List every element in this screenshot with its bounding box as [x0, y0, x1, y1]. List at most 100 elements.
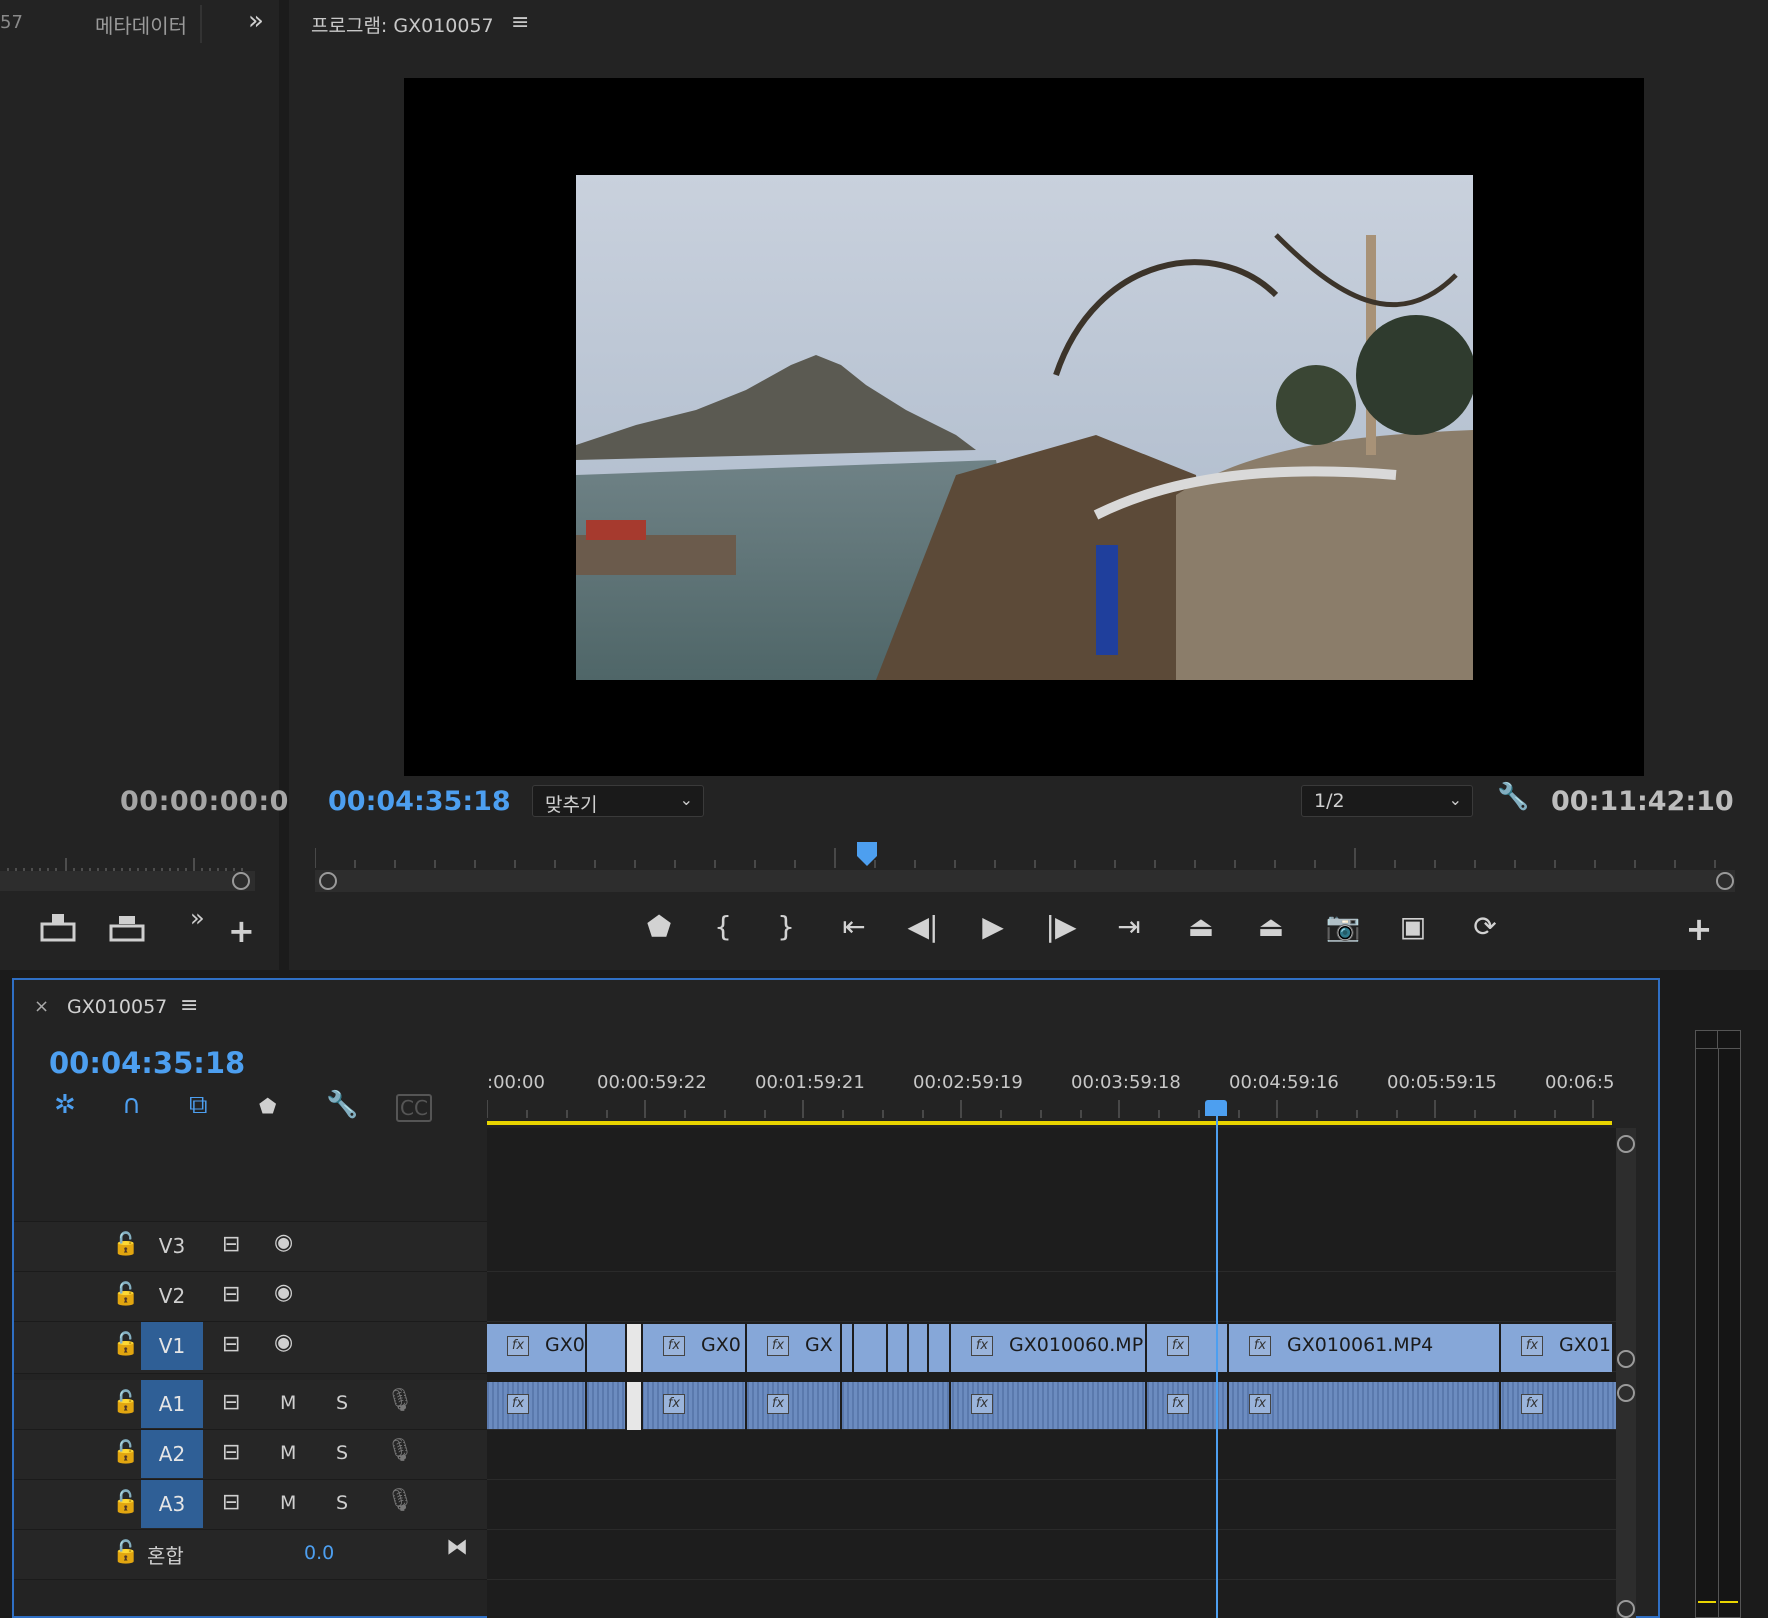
sync-lock-icon[interactable]: ⊟: [222, 1440, 240, 1465]
lock-icon[interactable]: 🔓: [112, 1332, 139, 1357]
track-row-v1[interactable]: fx GX0 fx GX0 fx GX fx GX010060.MP fx fx…: [487, 1324, 1625, 1372]
audio-clip[interactable]: [842, 1382, 951, 1430]
settings-wrench-icon[interactable]: 🔧: [1497, 782, 1529, 812]
track-label-v2[interactable]: V2: [141, 1272, 203, 1320]
track-row-v2[interactable]: [487, 1272, 1625, 1322]
video-preview[interactable]: [576, 175, 1473, 680]
audio-clip[interactable]: fx: [1501, 1382, 1612, 1430]
video-clip[interactable]: fx GX0: [487, 1324, 587, 1372]
track-row-a3[interactable]: [487, 1480, 1625, 1530]
source-tab-partial[interactable]: 57: [0, 12, 23, 33]
source-scroll-handle[interactable]: [232, 872, 250, 890]
playhead-handle[interactable]: [1205, 1100, 1227, 1116]
timeline-settings-icon[interactable]: 🔧: [326, 1090, 358, 1120]
audio-clip[interactable]: fx: [643, 1382, 747, 1430]
video-clip[interactable]: [929, 1324, 951, 1372]
audio-clip[interactable]: fx: [1229, 1382, 1501, 1430]
timeline-scrollbar[interactable]: [1616, 1128, 1636, 1618]
lock-icon[interactable]: 🔓: [112, 1490, 139, 1515]
scroll-handle[interactable]: [1617, 1135, 1635, 1153]
mute-button[interactable]: M: [280, 1492, 296, 1514]
video-clip[interactable]: fx GX0: [643, 1324, 747, 1372]
mark-in-icon[interactable]: {: [703, 910, 743, 943]
track-label-a3[interactable]: A3: [141, 1480, 203, 1528]
audio-clip-selected[interactable]: [627, 1382, 643, 1430]
source-overflow-icon[interactable]: »: [190, 904, 205, 932]
insert-icon[interactable]: [38, 912, 78, 944]
scroll-handle[interactable]: [1617, 1600, 1635, 1618]
play-icon[interactable]: ▶: [973, 910, 1013, 943]
video-clip[interactable]: fx GX01: [1501, 1324, 1612, 1372]
lift-icon[interactable]: ⏏: [1181, 910, 1221, 943]
sync-lock-icon[interactable]: ⊟: [222, 1490, 240, 1515]
program-menu-icon[interactable]: ≡: [511, 10, 529, 35]
program-scroll-handle-right[interactable]: [1716, 872, 1734, 890]
microphone-icon[interactable]: 🎙: [386, 1388, 414, 1413]
nest-toggle-icon[interactable]: ✲: [54, 1090, 76, 1120]
track-label-a1[interactable]: A1: [141, 1380, 203, 1428]
audio-clip[interactable]: fx: [951, 1382, 1147, 1430]
lock-icon[interactable]: 🔓: [112, 1540, 139, 1565]
microphone-icon[interactable]: 🎙: [386, 1488, 414, 1513]
track-label-v1[interactable]: V1: [141, 1322, 203, 1370]
sync-lock-icon[interactable]: ⊟: [222, 1390, 240, 1415]
video-clip[interactable]: [587, 1324, 627, 1372]
panel-overflow-icon[interactable]: »: [248, 6, 264, 36]
comparison-view-icon[interactable]: ▣: [1393, 910, 1433, 943]
video-clip[interactable]: [909, 1324, 929, 1372]
source-timecode[interactable]: 00:00:00:0: [120, 786, 289, 817]
video-clip[interactable]: [854, 1324, 888, 1372]
overwrite-icon[interactable]: [107, 912, 147, 944]
timeline-ruler[interactable]: [487, 1096, 1625, 1126]
captions-icon[interactable]: CC: [396, 1094, 432, 1122]
proxy-toggle-icon[interactable]: ⟳: [1465, 910, 1505, 943]
source-scroll-bar[interactable]: [0, 871, 255, 891]
mix-volume-value[interactable]: 0.0: [304, 1542, 334, 1564]
playback-resolution-select[interactable]: 1/2 ⌄: [1301, 785, 1473, 817]
program-title[interactable]: 프로그램: GX010057: [311, 11, 494, 38]
audio-clip[interactable]: fx: [487, 1382, 587, 1430]
sequence-tab-title[interactable]: GX010057: [67, 996, 167, 1018]
scroll-handle[interactable]: [1617, 1350, 1635, 1368]
sync-lock-icon[interactable]: ⊟: [222, 1282, 240, 1307]
track-row-v3[interactable]: [487, 1222, 1625, 1272]
timeline-menu-icon[interactable]: ≡: [180, 993, 198, 1018]
track-label-a2[interactable]: A2: [141, 1430, 203, 1478]
mute-button[interactable]: M: [280, 1442, 296, 1464]
close-icon[interactable]: ×: [34, 996, 49, 1017]
audio-clip[interactable]: fx: [747, 1382, 842, 1430]
mark-out-icon[interactable]: }: [766, 910, 806, 943]
extract-icon[interactable]: ⏏: [1251, 910, 1291, 943]
eye-icon[interactable]: ◉: [274, 1230, 293, 1255]
step-forward-icon[interactable]: |▶: [1041, 910, 1081, 943]
video-clip[interactable]: fx GX: [747, 1324, 842, 1372]
scroll-handle[interactable]: [1617, 1384, 1635, 1402]
mute-button[interactable]: M: [280, 1392, 296, 1414]
video-clip[interactable]: [842, 1324, 854, 1372]
video-clip[interactable]: [888, 1324, 909, 1372]
linked-selection-icon[interactable]: ⧉: [189, 1090, 208, 1121]
eye-icon[interactable]: ◉: [274, 1280, 293, 1305]
lock-icon[interactable]: 🔓: [112, 1232, 139, 1257]
video-clip[interactable]: fx GX010060.MP: [951, 1324, 1147, 1372]
audio-clip[interactable]: [587, 1382, 627, 1430]
go-to-in-icon[interactable]: ⇤: [834, 910, 874, 943]
snap-magnet-icon[interactable]: ∩: [122, 1090, 141, 1120]
program-current-timecode[interactable]: 00:04:35:18: [328, 786, 511, 817]
timeline-current-timecode[interactable]: 00:04:35:18: [49, 1046, 245, 1080]
sync-lock-icon[interactable]: ⊟: [222, 1232, 240, 1257]
solo-button[interactable]: S: [336, 1442, 348, 1464]
program-ruler[interactable]: [315, 840, 1735, 896]
track-row-a2[interactable]: [487, 1430, 1625, 1480]
step-back-icon[interactable]: ◀|: [903, 910, 943, 943]
solo-button[interactable]: S: [336, 1392, 348, 1414]
metadata-tab[interactable]: 메타데이터: [95, 10, 187, 39]
lock-icon[interactable]: 🔓: [112, 1390, 139, 1415]
solo-button[interactable]: S: [336, 1492, 348, 1514]
video-clip-selected[interactable]: [627, 1324, 643, 1372]
zoom-level-select[interactable]: 맞추기 ⌄: [532, 785, 704, 817]
source-add-button[interactable]: +: [228, 912, 255, 950]
sync-lock-icon[interactable]: ⊟: [222, 1332, 240, 1357]
lock-icon[interactable]: 🔓: [112, 1440, 139, 1465]
microphone-icon[interactable]: 🎙: [386, 1438, 414, 1463]
